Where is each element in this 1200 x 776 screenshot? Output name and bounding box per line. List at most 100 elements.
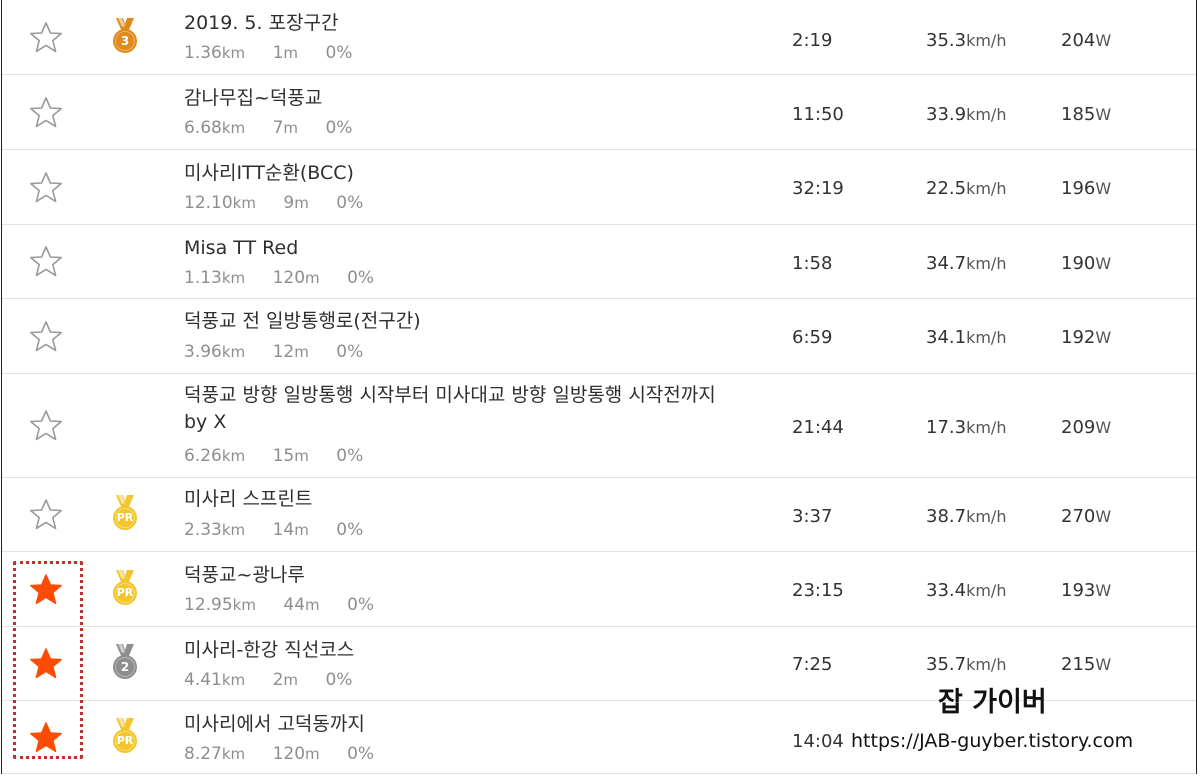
segment-time: 11:50 bbox=[792, 104, 844, 125]
elevation-unit: m bbox=[305, 269, 320, 287]
segment-meta: 12.95km 44m 0% bbox=[184, 595, 374, 615]
segment-distance: 4.41 bbox=[184, 670, 222, 690]
speed-value: 35.3 bbox=[926, 30, 967, 51]
power-unit: W bbox=[1095, 418, 1112, 437]
segment-elevation: 14 bbox=[272, 520, 295, 540]
medal-label: 3 bbox=[120, 34, 130, 48]
speed-value: 33.9 bbox=[926, 104, 967, 125]
star-outline-icon[interactable] bbox=[28, 408, 64, 444]
speed-unit: km/h bbox=[966, 31, 1007, 50]
segment-power: 209W bbox=[1061, 417, 1111, 438]
star-outline-icon[interactable] bbox=[28, 95, 64, 131]
power-value: 192 bbox=[1061, 327, 1096, 348]
speed-unit: km/h bbox=[966, 581, 1007, 600]
segment-speed: 33.4km/h bbox=[926, 580, 1006, 601]
power-value: 196 bbox=[1061, 178, 1096, 199]
segment-speed: 17.3km/h bbox=[926, 417, 1006, 438]
watermark-url: https://JAB-guyber.tistory.com bbox=[851, 730, 1134, 752]
segment-row[interactable]: 덕풍교 전 일방통행로(전구간) 3.96km 12m 0% 6:59 34.1km… bbox=[2, 299, 1196, 374]
segment-row[interactable]: 미사리ITT순환(BCC) 12.10km 9m 0% 32:19 22.5km/h… bbox=[2, 150, 1196, 225]
elevation-unit: m bbox=[294, 447, 309, 465]
segment-distance: 6.68 bbox=[184, 118, 222, 138]
segment-name-link[interactable]: Misa TT Red bbox=[184, 235, 298, 262]
segment-row[interactable]: PR 미사리 스프린트 2.33km 14m 0% 3:37 38.7km/h 270W bbox=[2, 478, 1196, 552]
distance-unit: km bbox=[232, 596, 256, 614]
speed-value: 34.1 bbox=[926, 327, 967, 348]
segment-row[interactable]: 덕풍교 방향 일방통행 시작부터 미사대교 방향 일방통행 시작전까지 by X… bbox=[2, 374, 1196, 478]
segment-name-link[interactable]: 미사리-한강 직선코스 bbox=[184, 637, 354, 664]
segment-row[interactable]: 3 2019. 5. 포장구간 1.36km 1m 0% 2:19 35.3km/h 2… bbox=[2, 0, 1196, 75]
segment-name-link[interactable]: 2019. 5. 포장구간 bbox=[184, 10, 339, 37]
segment-speed: 34.7km/h bbox=[926, 253, 1006, 274]
segment-meta: 4.41km 2m 0% bbox=[184, 670, 352, 690]
segment-elevation: 7 bbox=[272, 118, 284, 138]
segment-name-link[interactable]: 미사리ITT순환(BCC) bbox=[184, 160, 354, 187]
star-outline-icon[interactable] bbox=[28, 244, 64, 280]
speed-unit: km/h bbox=[966, 179, 1007, 198]
star-outline-icon[interactable] bbox=[28, 497, 64, 533]
segment-power: 193W bbox=[1061, 580, 1111, 601]
elevation-unit: m bbox=[305, 596, 320, 614]
segment-speed: 34.1km/h bbox=[926, 327, 1006, 348]
segment-distance: 3.96 bbox=[184, 342, 222, 362]
segment-meta: 8.27km 120m 0% bbox=[184, 744, 374, 764]
segment-meta: 6.68km 7m 0% bbox=[184, 118, 352, 138]
segment-row[interactable]: Misa TT Red 1.13km 120m 0% 1:58 34.7km/h 19… bbox=[2, 225, 1196, 299]
power-value: 215 bbox=[1061, 654, 1096, 675]
segment-meta: 2.33km 14m 0% bbox=[184, 520, 363, 540]
distance-unit: km bbox=[232, 194, 256, 212]
speed-value: 35.7 bbox=[926, 654, 967, 675]
segment-elevation: 12 bbox=[272, 342, 295, 362]
star-outline-icon[interactable] bbox=[28, 319, 64, 355]
segment-power: 185W bbox=[1061, 104, 1111, 125]
segment-time: 2:19 bbox=[792, 30, 833, 51]
watermark-title: 잡 가이버 bbox=[938, 687, 1047, 718]
segment-name-link[interactable]: 덕풍교 전 일방통행로(전구간) bbox=[184, 308, 421, 335]
star-outline-icon[interactable] bbox=[28, 20, 64, 56]
segment-speed: 38.7km/h bbox=[926, 506, 1006, 527]
distance-unit: km bbox=[221, 447, 246, 465]
segment-meta: 1.13km 120m 0% bbox=[184, 268, 374, 288]
segment-distance: 2.33 bbox=[184, 520, 222, 540]
elevation-unit: m bbox=[294, 521, 309, 539]
segment-grade: 0% bbox=[347, 268, 375, 288]
segment-time: 21:44 bbox=[792, 417, 844, 438]
segment-meta: 1.36km 1m 0% bbox=[184, 43, 352, 63]
segment-grade: 0% bbox=[336, 446, 364, 466]
segment-distance: 6.26 bbox=[184, 446, 222, 466]
segment-row[interactable]: 감나무집~덕풍교 6.68km 7m 0% 11:50 33.9km/h 185W bbox=[2, 75, 1196, 150]
star-outline-icon[interactable] bbox=[28, 170, 64, 206]
power-unit: W bbox=[1095, 31, 1112, 50]
segment-elevation: 44 bbox=[283, 595, 306, 615]
segment-distance: 12.10 bbox=[184, 193, 233, 213]
segment-grade: 0% bbox=[347, 744, 375, 764]
elevation-unit: m bbox=[305, 745, 320, 763]
segment-time: 7:25 bbox=[792, 654, 833, 675]
segment-name-link[interactable]: 미사리 스프린트 bbox=[184, 486, 312, 513]
speed-unit: km/h bbox=[966, 655, 1007, 674]
segment-name-link[interactable]: 미사리에서 고덕동까지 bbox=[184, 711, 365, 738]
medal-label: PR bbox=[116, 586, 134, 599]
elevation-unit: m bbox=[283, 44, 299, 62]
segment-grade: 0% bbox=[325, 43, 353, 63]
segment-row[interactable]: PR 덕풍교~광나루 12.95km 44m 0% 23:15 33.4km/h 193… bbox=[2, 552, 1196, 627]
medal-label: PR bbox=[116, 511, 134, 524]
segment-distance: 1.36 bbox=[184, 43, 222, 63]
segment-name-link[interactable]: 감나무집~덕풍교 bbox=[184, 85, 322, 112]
power-unit: W bbox=[1095, 328, 1112, 347]
distance-unit: km bbox=[221, 269, 246, 287]
pr-medal-icon: PR bbox=[110, 493, 140, 533]
power-unit: W bbox=[1095, 581, 1112, 600]
distance-unit: km bbox=[221, 521, 246, 539]
segment-name-link[interactable]: 덕풍교~광나루 bbox=[184, 562, 305, 589]
segment-meta: 12.10km 9m 0% bbox=[184, 193, 363, 213]
segment-time: 3:37 bbox=[792, 506, 833, 527]
segment-power: 192W bbox=[1061, 327, 1111, 348]
power-value: 270 bbox=[1061, 506, 1096, 527]
segment-name-link[interactable]: 덕풍교 방향 일방통행 시작부터 미사대교 방향 일방통행 시작전까지 by X bbox=[184, 382, 724, 436]
power-value: 204 bbox=[1061, 30, 1096, 51]
segment-speed: 35.7km/h bbox=[926, 654, 1006, 675]
speed-unit: km/h bbox=[966, 328, 1007, 347]
segment-time: 14:04 bbox=[792, 731, 844, 752]
distance-unit: km bbox=[221, 671, 246, 689]
